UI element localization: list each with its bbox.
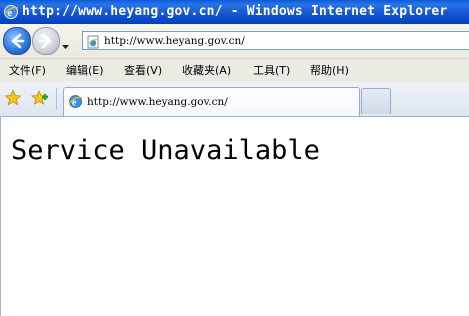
address-bar[interactable]: http://www.heyang.gov.cn/ xyxy=(82,31,469,50)
page-content: Service Unavailable xyxy=(0,117,469,316)
ie-icon: e xyxy=(3,4,19,20)
recent-pages-dropdown-icon[interactable] xyxy=(61,36,70,49)
menu-file[interactable]: 文件(F) xyxy=(9,63,46,78)
tab-active[interactable]: e http://www.heyang.gov.cn/ xyxy=(63,87,360,116)
tab-bar: e http://www.heyang.gov.cn/ xyxy=(0,82,469,117)
menu-help[interactable]: 帮助(H) xyxy=(310,63,349,78)
favorites-star-icon[interactable] xyxy=(4,89,22,107)
page-heading: Service Unavailable xyxy=(11,135,320,166)
menu-bar: 文件(F) 编辑(E) 查看(V) 收藏夹(A) 工具(T) 帮助(H) xyxy=(0,58,469,82)
menu-view[interactable]: 查看(V) xyxy=(124,63,162,78)
menu-tools[interactable]: 工具(T) xyxy=(253,63,290,78)
navigation-bar: http://www.heyang.gov.cn/ xyxy=(0,24,469,58)
forward-button[interactable] xyxy=(32,27,60,55)
tab-separator xyxy=(56,88,57,110)
window-title: http://www.heyang.gov.cn/ - Windows Inte… xyxy=(22,4,448,19)
add-favorite-icon[interactable] xyxy=(30,89,49,107)
ie-page-icon: e xyxy=(68,94,83,109)
title-bar[interactable]: e http://www.heyang.gov.cn/ - Windows In… xyxy=(0,0,469,24)
tab-label: http://www.heyang.gov.cn/ xyxy=(87,96,228,108)
menu-edit[interactable]: 编辑(E) xyxy=(66,63,104,78)
address-input[interactable]: http://www.heyang.gov.cn/ xyxy=(104,34,245,48)
back-arrow-icon xyxy=(11,33,25,49)
menu-favorites[interactable]: 收藏夹(A) xyxy=(182,63,231,78)
back-button[interactable] xyxy=(3,27,31,55)
new-tab-button[interactable] xyxy=(361,88,391,114)
page-icon xyxy=(86,34,100,49)
browser-window: e http://www.heyang.gov.cn/ - Windows In… xyxy=(0,0,469,316)
forward-arrow-icon xyxy=(38,33,52,49)
